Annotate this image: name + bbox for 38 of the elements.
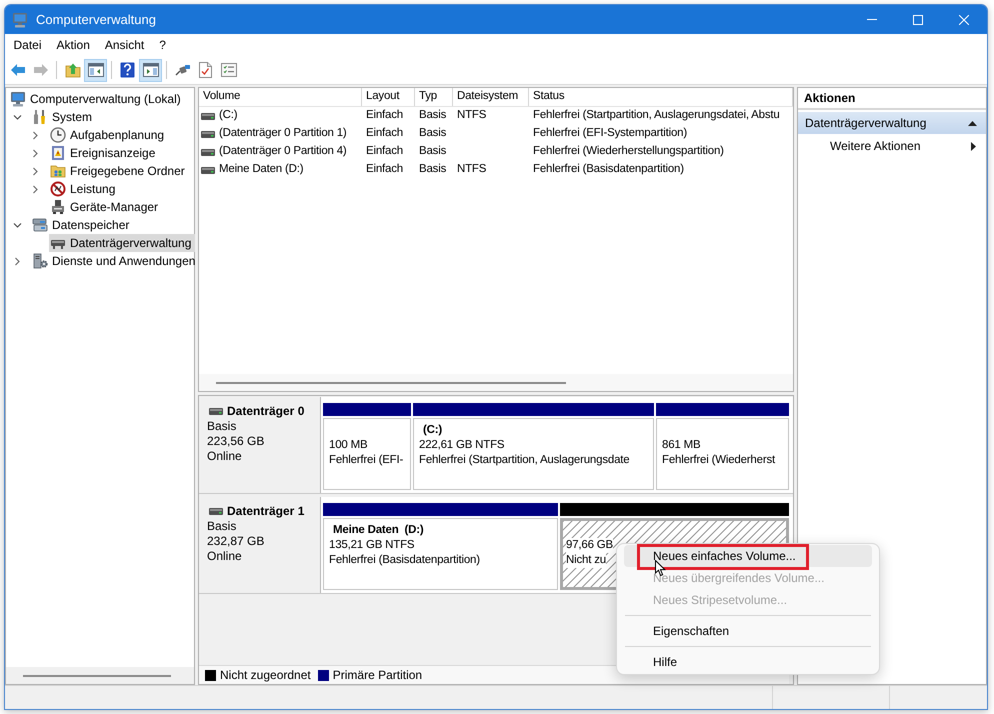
disk-status: Online [207,549,242,564]
table-cell: NTFS [457,163,486,176]
partition-size: 97,66 GB [566,538,613,553]
disk-status: Online [207,449,242,464]
table-cell: Fehlerfrei (EFI-Systempartition) [533,127,687,140]
partition-status: Fehlerfrei (EFI- [329,453,404,468]
window-title: Computerverwaltung [36,10,156,29]
table-cell: Fehlerfrei (Basisdatenpartition) [533,163,684,176]
partition-status: Nicht zu [566,553,606,568]
table-cell-text: (Datenträger 0 Partition 4) [219,144,347,160]
disk-type: Basis [207,519,236,534]
legend-label: Primäre Partition [332,667,422,684]
disk-type: Basis [207,419,236,434]
disk-size: 223,56 GB [207,434,264,449]
panel-title: Aktionen [798,88,986,110]
table-cell: NTFS [457,109,486,122]
table-cell: Basis [419,163,446,176]
partition-status: Fehlerfrei (Wiederherst [662,453,775,468]
table-cell: Einfach [366,145,403,158]
table-cell: Einfach [366,127,403,140]
partition-name: (C:) [422,423,442,438]
partition-status: Fehlerfrei (Basisdatenpartition) [329,553,480,568]
disk-name: Datenträger 1 [227,504,304,519]
table-cell-text: Meine Daten (D:) [219,162,304,178]
table-cell: Fehlerfrei (Wiederherstellungspartition) [533,145,724,158]
disk-size: 232,87 GB [207,534,264,549]
table-cell-text: (Datenträger 0 Partition 1) [219,126,347,142]
table-cell-text: (C:) [219,108,238,124]
table-cell: Fehlerfrei (Startpartition, Auslagerungsdatei, Abstu [533,109,780,122]
table-cell: Basis [419,145,446,158]
disk-name: Datenträger 0 [227,404,304,419]
table-cell: Einfach [366,163,403,176]
table-cell: Basis [419,127,446,140]
partition-status: Fehlerfrei (Startpartition, Auslagerungsdate [419,453,630,468]
partition-name: Meine Daten (D:) [332,523,424,538]
table-cell: Basis [419,109,446,122]
table-cell: Einfach [366,109,403,122]
legend-label: Nicht zugeordnet [220,667,311,684]
